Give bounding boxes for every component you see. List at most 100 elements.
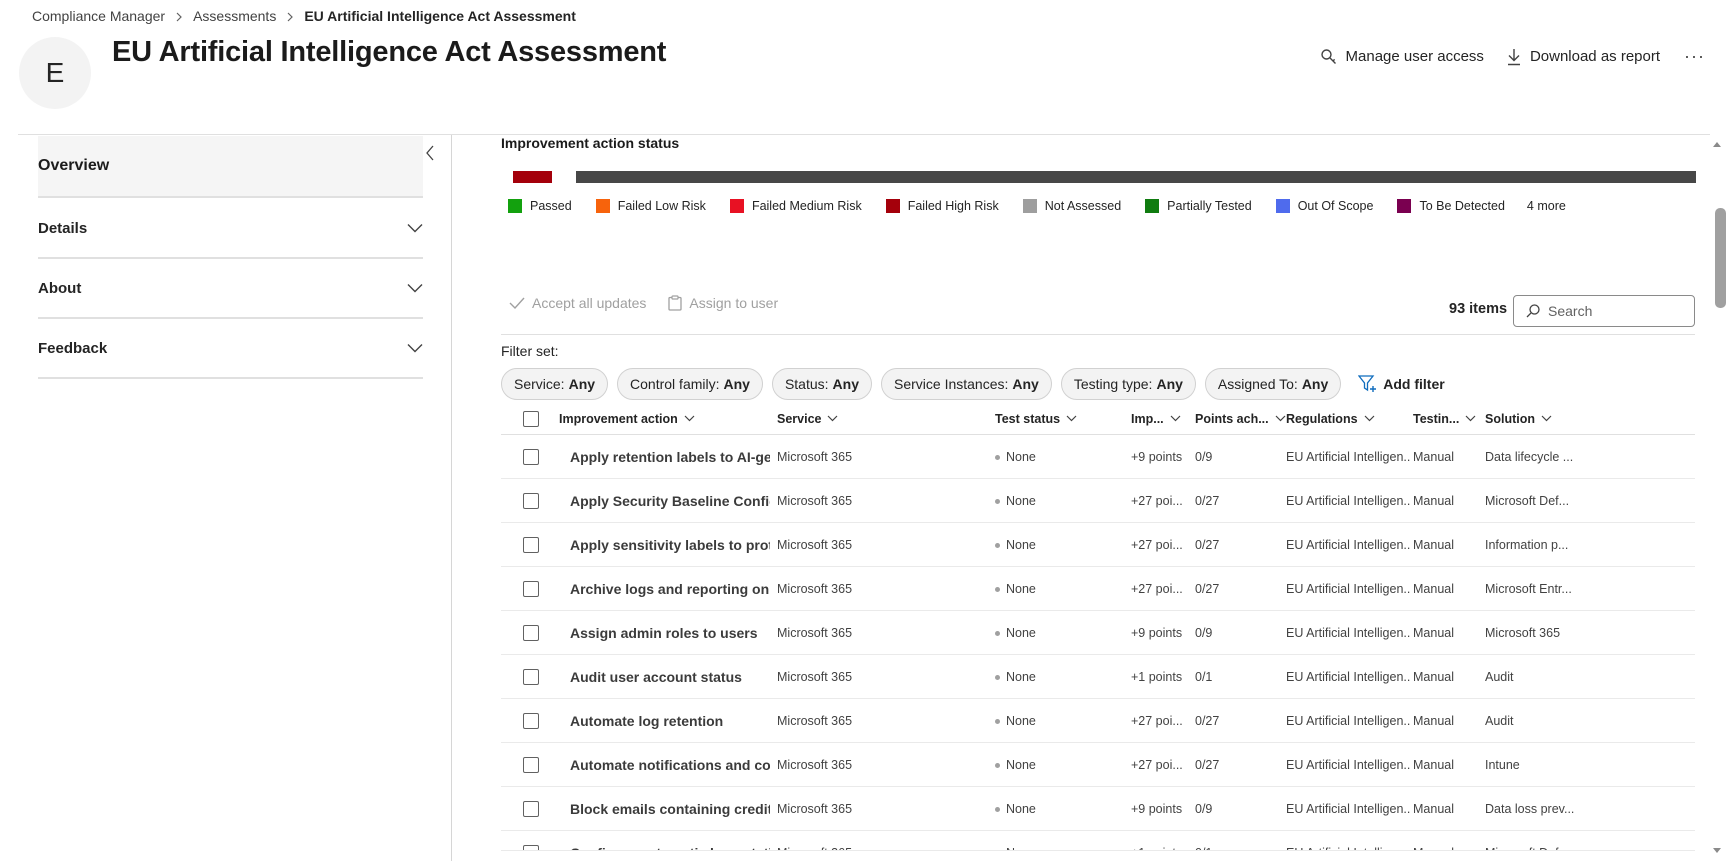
filter-pill-value: Any	[723, 376, 750, 392]
filter-pill[interactable]: Service: Any	[501, 368, 609, 400]
col-improvement-action-cell[interactable]: Configure automatic key rotati...	[570, 831, 770, 850]
collapse-panel-button[interactable]	[418, 141, 442, 165]
col-regulations-header[interactable]: Regulations	[1286, 402, 1375, 435]
add-filter-button[interactable]: Add filter	[1358, 375, 1445, 393]
breadcrumb-assessments[interactable]: Assessments	[193, 8, 276, 24]
col-service-header[interactable]: Service	[777, 402, 838, 435]
filter-pill[interactable]: Status: Any	[771, 368, 872, 400]
assign-to-user-label: Assign to user	[689, 295, 779, 311]
legend-item[interactable]: Failed Low Risk	[595, 199, 706, 213]
col-test-status-cell: None	[995, 655, 1115, 699]
items-count: 93 items	[1449, 301, 1508, 317]
cell-text: None	[1006, 538, 1036, 552]
table-row[interactable]: Apply Security Baseline Configu... Micros…	[501, 479, 1695, 523]
search-input[interactable]: Search	[1513, 295, 1695, 327]
row-checkbox[interactable]	[523, 449, 539, 465]
col-improvement-action-cell[interactable]: Assign admin roles to users	[570, 611, 770, 655]
filter-pill[interactable]: Control family: Any	[617, 368, 763, 400]
accept-all-updates-button[interactable]: Accept all updates	[509, 295, 646, 311]
col-service-cell: Microsoft 365	[777, 567, 977, 611]
row-checkbox[interactable]	[523, 537, 539, 553]
row-checkbox[interactable]	[523, 669, 539, 685]
legend-item[interactable]: Partially Tested	[1145, 199, 1252, 213]
table-row[interactable]: Block emails containing credit c... Micro…	[501, 787, 1695, 831]
table-row[interactable]: Archive logs and reporting on e... Micros…	[501, 567, 1695, 611]
legend-item[interactable]: Passed	[508, 199, 572, 213]
filter-pill[interactable]: Service Instances: Any	[881, 368, 1052, 400]
col-improvement-action-cell[interactable]: Automate notifications and con...	[570, 743, 770, 787]
search-placeholder: Search	[1548, 303, 1593, 319]
cell-text: Manual	[1413, 846, 1454, 850]
cell-text: Microsoft Def...	[1485, 846, 1569, 850]
col-improvement-action-cell[interactable]: Apply retention labels to AI-ge...	[570, 435, 770, 479]
manage-user-access-button[interactable]: Manage user access	[1320, 48, 1484, 66]
col-improvement-action-cell[interactable]: Apply sensitivity labels to prote...	[570, 523, 770, 567]
legend-item[interactable]: Not Assessed	[1022, 199, 1121, 213]
checkbox[interactable]	[523, 410, 539, 427]
col-improvement-action-cell[interactable]: Block emails containing credit c...	[570, 787, 770, 831]
table-row[interactable]: Assign admin roles to users Microsoft 365…	[501, 611, 1695, 655]
cell-text: Intune	[1485, 758, 1520, 772]
scroll-down-icon[interactable]	[1712, 845, 1722, 855]
col-regulations-cell: EU Artificial Intelligen...	[1286, 831, 1411, 850]
scrollbar-thumb[interactable]	[1715, 208, 1726, 308]
col-service-cell: Microsoft 365	[777, 435, 977, 479]
row-checkbox[interactable]	[523, 493, 539, 509]
legend-item[interactable]: To Be Detected	[1397, 199, 1505, 213]
checkmark-icon	[509, 297, 525, 309]
accordion-about[interactable]: About	[38, 259, 423, 319]
download-report-button[interactable]: Download as report	[1506, 48, 1660, 66]
legend-more-link[interactable]: 4 more	[1527, 199, 1566, 213]
legend-item[interactable]: Out Of Scope	[1275, 199, 1373, 213]
table-row[interactable]: Automate log retention Microsoft 365 None +…	[501, 699, 1695, 743]
col-points-achieved-header[interactable]: Points ach...	[1195, 402, 1286, 435]
col-solution-header[interactable]: Solution	[1485, 402, 1552, 435]
col-regulations-cell: EU Artificial Intelligen...	[1286, 435, 1411, 479]
col-test-status-header[interactable]: Test status	[995, 402, 1077, 435]
accordion-feedback[interactable]: Feedback	[38, 319, 423, 379]
row-checkbox[interactable]	[523, 845, 539, 850]
legend-swatch	[1275, 199, 1290, 213]
filter-pill[interactable]: Assigned To: Any	[1204, 368, 1342, 400]
row-checkbox[interactable]	[523, 757, 539, 773]
col-testing-type-header[interactable]: Testin...	[1413, 402, 1476, 435]
filter-pill[interactable]: Testing type: Any	[1060, 368, 1196, 400]
table-row[interactable]: Configure automatic key rotati... Microso…	[501, 831, 1695, 851]
row-checkbox[interactable]	[523, 801, 539, 817]
col-improvement-action-cell[interactable]: Apply Security Baseline Configu...	[570, 479, 770, 523]
nav-overview[interactable]: Overview	[38, 136, 423, 198]
status-dot-icon	[995, 498, 1000, 504]
table-row[interactable]: Apply sensitivity labels to prote... Micr…	[501, 523, 1695, 567]
accordion-details[interactable]: Details	[38, 199, 423, 259]
chevron-down-icon	[407, 344, 423, 353]
breadcrumb-compliance-manager[interactable]: Compliance Manager	[32, 8, 165, 24]
col-improvement-action-cell[interactable]: Archive logs and reporting on e...	[570, 567, 770, 611]
legend-item[interactable]: Failed Medium Risk	[729, 199, 862, 213]
select-all-checkbox[interactable]	[523, 402, 539, 435]
scroll-up-icon[interactable]	[1712, 140, 1722, 150]
chevron-down-icon	[1364, 415, 1374, 422]
legend-label: To Be Detected	[1419, 199, 1505, 213]
status-title: Improvement action status	[501, 135, 680, 151]
legend-label: Failed Medium Risk	[751, 199, 862, 213]
col-impact-header[interactable]: Imp...	[1131, 402, 1181, 435]
col-improvement-action-header[interactable]: Improvement action	[559, 402, 695, 435]
table-row[interactable]: Apply retention labels to AI-ge... Micros…	[501, 435, 1695, 479]
cell-text: EU Artificial Intelligen...	[1286, 802, 1411, 816]
more-options-icon[interactable]: ···	[1684, 46, 1705, 67]
cell-text: None	[1006, 582, 1036, 596]
legend-item[interactable]: Failed High Risk	[885, 199, 999, 213]
row-checkbox[interactable]	[523, 713, 539, 729]
col-improvement-action-cell[interactable]: Audit user account status	[570, 655, 770, 699]
row-checkbox[interactable]	[523, 581, 539, 597]
col-improvement-action-cell[interactable]: Automate log retention	[570, 699, 770, 743]
col-test-status-cell: None	[995, 435, 1115, 479]
table-row[interactable]: Automate notifications and con... Microso…	[501, 743, 1695, 787]
row-checkbox[interactable]	[523, 625, 539, 641]
table-row[interactable]: Audit user account status Microsoft 365 No…	[501, 655, 1695, 699]
filter-pill-name: Testing type:	[1073, 376, 1153, 392]
download-icon	[1507, 48, 1520, 65]
cell-text: +9 points	[1131, 450, 1183, 464]
assign-to-user-button[interactable]: Assign to user	[668, 295, 778, 311]
chevron-down-icon	[1541, 415, 1552, 422]
